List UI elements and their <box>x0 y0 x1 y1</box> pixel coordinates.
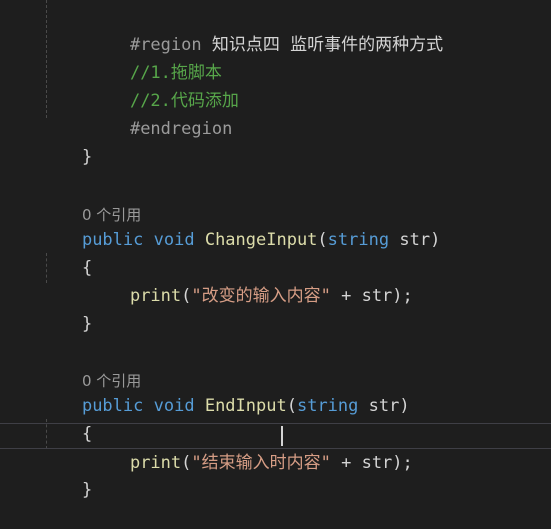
codelens-references[interactable]: 0 个引用 <box>0 176 551 224</box>
code-line-open-brace[interactable]: { <box>0 229 551 278</box>
close-brace: } <box>81 480 93 500</box>
code-line-close-brace[interactable]: } <box>0 285 551 334</box>
close-brace: } <box>81 314 93 334</box>
code-line-open-brace[interactable]: { <box>0 395 551 444</box>
code-line-comment-1[interactable]: //1.拖脚本 <box>0 34 551 83</box>
code-line-comment-2[interactable]: //2.代码添加 <box>0 62 551 111</box>
code-line-print-call[interactable]: print("改变的输入内容" + str); <box>0 257 551 306</box>
code-line-method-signature[interactable]: public void EndInput(string str) <box>0 367 551 416</box>
code-line-print-call-current[interactable]: print("结束输入时内容" + str); <box>0 423 551 473</box>
codelens-references[interactable]: 0 个引用 <box>0 342 551 390</box>
close-brace: } <box>81 147 93 167</box>
code-line-region-start[interactable]: #region 知识点四 监听事件的两种方式 <box>0 6 551 55</box>
text-caret <box>281 426 283 446</box>
code-line-close-brace[interactable]: } <box>0 451 551 500</box>
code-line-region-end[interactable]: #endregion <box>0 90 551 139</box>
code-line-method-signature[interactable]: public void ChangeInput(string str) <box>0 201 551 250</box>
code-editor[interactable]: #region 知识点四 监听事件的两种方式 //1.拖脚本 //2.代码添加 … <box>0 0 551 500</box>
code-line-close-brace[interactable]: } <box>0 118 551 167</box>
